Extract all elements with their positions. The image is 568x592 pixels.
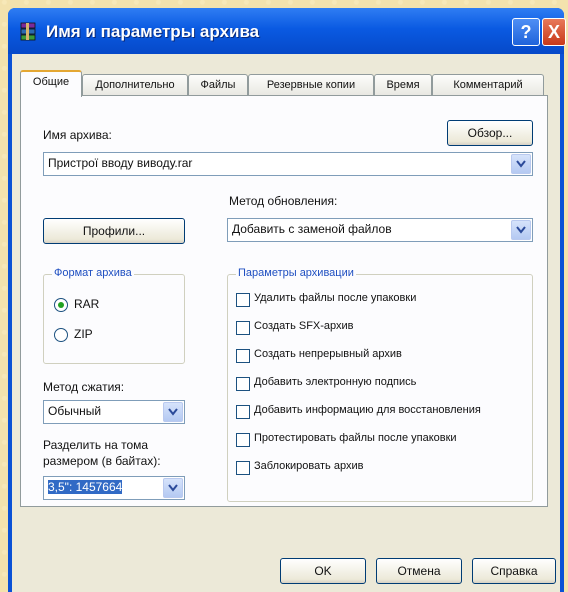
- recovery-record-checkbox[interactable]: [236, 405, 250, 419]
- split-volume-combo[interactable]: 3,5": 1457664: [43, 476, 185, 500]
- split-label-line2: размером (в байтах):: [43, 454, 161, 468]
- tab-advanced[interactable]: Дополнительно: [82, 74, 188, 95]
- delete-files-checkbox[interactable]: [236, 293, 250, 307]
- solid-archive-checkbox[interactable]: [236, 349, 250, 363]
- compression-combo[interactable]: Обычный: [43, 400, 185, 424]
- archive-format-group: Формат архива RAR ZIP: [43, 267, 185, 364]
- dialog-window: Имя и параметры архива ? X Общие Дополни…: [8, 8, 566, 592]
- lock-archive-checkbox[interactable]: [236, 461, 250, 475]
- archive-params-title: Параметры архивации: [236, 267, 356, 279]
- title-bar[interactable]: Имя и параметры архива ? X: [8, 8, 566, 54]
- test-files-checkbox[interactable]: [236, 433, 250, 447]
- help-button[interactable]: Справка: [472, 558, 556, 584]
- compression-value: Обычный: [48, 404, 102, 418]
- archive-name-combo[interactable]: Пристрої вводу виводу.rar: [43, 152, 533, 176]
- tab-backup[interactable]: Резервные копии: [248, 74, 374, 95]
- split-label-line1: Разделить на тома: [43, 438, 149, 452]
- format-rar-label[interactable]: RAR: [74, 297, 99, 311]
- delete-files-label[interactable]: Удалить файлы после упаковки: [254, 292, 416, 304]
- winrar-icon: [20, 22, 36, 41]
- update-method-combo[interactable]: Добавить с заменой файлов: [227, 218, 533, 242]
- format-rar-radio[interactable]: [54, 298, 68, 312]
- lock-archive-label[interactable]: Заблокировать архив: [254, 460, 363, 472]
- ok-button[interactable]: OK: [280, 558, 366, 584]
- compression-label: Метод сжатия:: [43, 380, 125, 394]
- chevron-down-icon[interactable]: [163, 478, 183, 498]
- cancel-button[interactable]: Отмена: [376, 558, 462, 584]
- tab-files[interactable]: Файлы: [188, 74, 248, 95]
- dialog-client: Общие Дополнительно Файлы Резервные копи…: [12, 54, 560, 592]
- profiles-button[interactable]: Профили...: [43, 218, 185, 244]
- archive-params-group: Параметры архивации Удалить файлы после …: [227, 267, 533, 502]
- archive-format-title: Формат архива: [52, 267, 134, 279]
- chevron-down-icon[interactable]: [511, 220, 531, 240]
- chevron-down-icon[interactable]: [163, 402, 183, 422]
- signature-checkbox[interactable]: [236, 377, 250, 391]
- signature-label[interactable]: Добавить электронную подпись: [254, 376, 416, 388]
- split-volume-value[interactable]: 3,5": 1457664: [48, 480, 123, 494]
- format-zip-label[interactable]: ZIP: [74, 327, 93, 341]
- radio-selected-icon: [58, 302, 64, 308]
- window-title: Имя и параметры архива: [46, 22, 260, 41]
- tab-general[interactable]: Общие: [20, 70, 82, 97]
- update-method-label: Метод обновления:: [229, 194, 338, 208]
- general-panel: Имя архива: Обзор... Пристрої вводу виво…: [20, 95, 548, 507]
- recovery-record-label[interactable]: Добавить информацию для восстановления: [254, 404, 481, 416]
- tab-comment[interactable]: Комментарий: [432, 74, 544, 95]
- sfx-label[interactable]: Создать SFX-архив: [254, 320, 354, 332]
- format-zip-radio[interactable]: [54, 328, 68, 342]
- chevron-down-icon[interactable]: [511, 154, 531, 174]
- tab-time[interactable]: Время: [374, 74, 432, 95]
- archive-name-value: Пристрої вводу виводу.rar: [48, 156, 193, 170]
- browse-button[interactable]: Обзор...: [447, 120, 533, 146]
- help-title-button[interactable]: ?: [512, 18, 540, 46]
- test-files-label[interactable]: Протестировать файлы после упаковки: [254, 432, 457, 444]
- archive-name-label: Имя архива:: [43, 128, 112, 142]
- sfx-checkbox[interactable]: [236, 321, 250, 335]
- solid-archive-label[interactable]: Создать непрерывный архив: [254, 348, 402, 360]
- close-button[interactable]: X: [542, 18, 566, 46]
- update-method-value: Добавить с заменой файлов: [232, 222, 392, 236]
